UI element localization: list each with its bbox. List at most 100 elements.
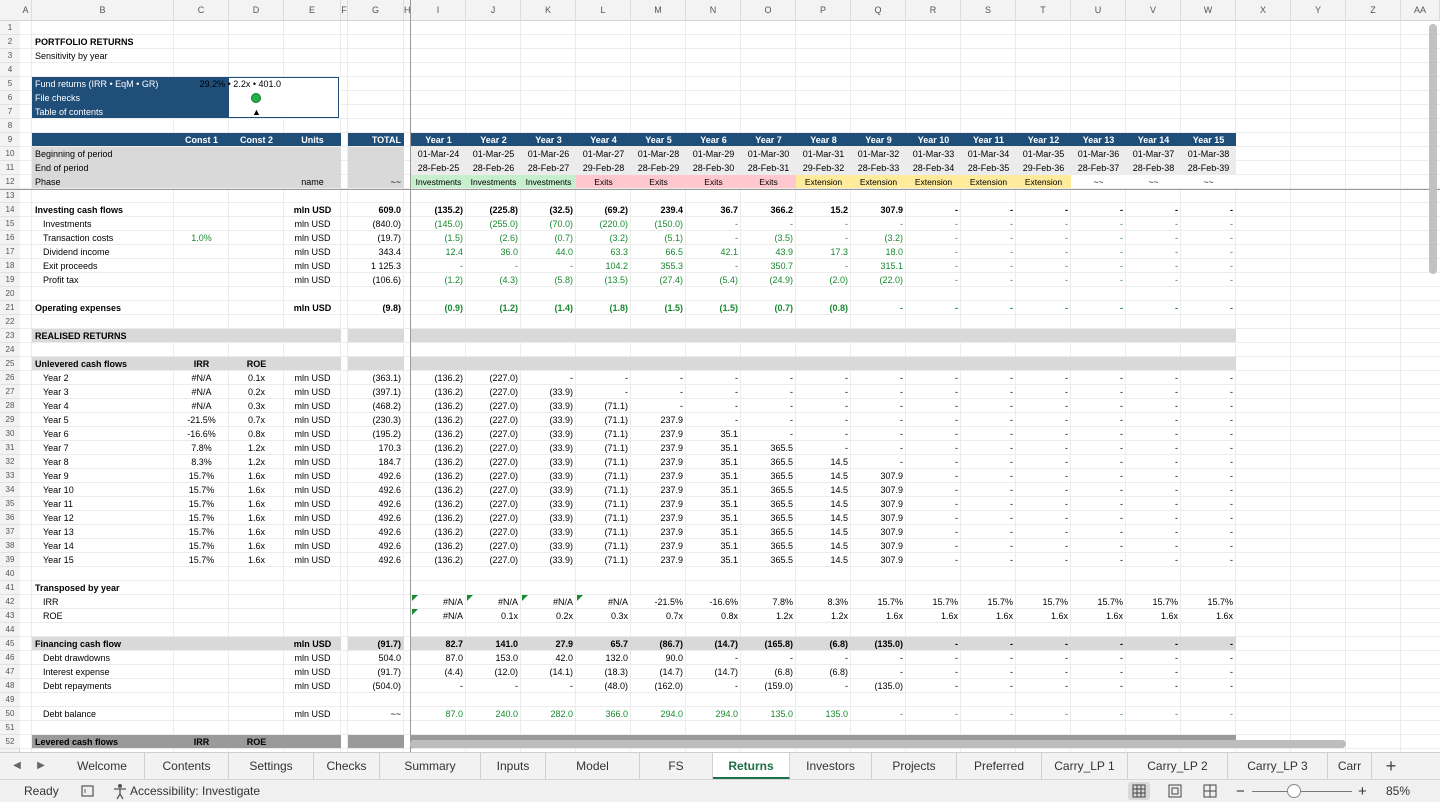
debt-balance-value[interactable]: -: [1016, 707, 1071, 721]
debt-balance-value[interactable]: 240.0: [466, 707, 521, 721]
unlevered-row-value[interactable]: 14.5: [796, 511, 851, 525]
unlevered-row-value[interactable]: 14.5: [796, 525, 851, 539]
investing-item-value[interactable]: (5.1): [631, 231, 686, 245]
row-header-47[interactable]: 47: [0, 665, 20, 679]
end-of-period-label[interactable]: End of period: [32, 161, 229, 175]
unlevered-row-irr[interactable]: 15.7%: [174, 525, 229, 539]
period-phase[interactable]: ~~: [1071, 175, 1126, 189]
period-phase[interactable]: Investments: [411, 175, 466, 189]
transposed-irr-value[interactable]: #N/A: [521, 595, 576, 609]
operating-expenses-value[interactable]: -: [1181, 301, 1236, 315]
sheet-tab-welcome[interactable]: Welcome: [60, 753, 145, 779]
unlevered-row-value[interactable]: -: [521, 371, 576, 385]
investing-item-value[interactable]: -: [1016, 217, 1071, 231]
investing-item-value[interactable]: -: [1181, 231, 1236, 245]
unlevered-row-value[interactable]: (136.2): [411, 511, 466, 525]
unlevered-row-value[interactable]: (227.0): [466, 553, 521, 567]
unlevered-row-value[interactable]: (136.2): [411, 413, 466, 427]
row-header-32[interactable]: 32: [0, 455, 20, 469]
unlevered-row-value[interactable]: -: [741, 371, 796, 385]
financing-item-value[interactable]: -: [686, 651, 741, 665]
operating-expenses-value[interactable]: -: [1071, 301, 1126, 315]
unlevered-row-value[interactable]: 35.1: [686, 455, 741, 469]
investing-item-value[interactable]: 17.3: [796, 245, 851, 259]
unlevered-row-units[interactable]: mln USD: [284, 525, 341, 539]
investing-cash-flows-total[interactable]: 609.0: [348, 203, 404, 217]
row-header-1[interactable]: 1: [0, 21, 20, 35]
investing-item-value[interactable]: (2.6): [466, 231, 521, 245]
transposed-irr-value[interactable]: -16.6%: [686, 595, 741, 609]
unlevered-row-value[interactable]: 307.9: [851, 469, 906, 483]
row-header-11[interactable]: 11: [0, 161, 20, 175]
unlevered-row-total[interactable]: (195.2): [348, 427, 404, 441]
tab-next-icon[interactable]: ▶: [32, 758, 50, 774]
column-header-l[interactable]: L: [576, 0, 631, 21]
financing-cash-flow-value[interactable]: (86.7): [631, 637, 686, 651]
unlevered-row-total[interactable]: 492.6: [348, 469, 404, 483]
table-of-contents-link-icon[interactable]: ▲: [229, 105, 284, 119]
operating-expenses-value[interactable]: (1.2): [466, 301, 521, 315]
investing-item-value[interactable]: -: [1181, 245, 1236, 259]
unlevered-row-value[interactable]: (33.9): [521, 483, 576, 497]
transposed-roe-value[interactable]: #N/A: [411, 609, 466, 623]
row-header-39[interactable]: 39: [0, 553, 20, 567]
column-header-v[interactable]: V: [1126, 0, 1181, 21]
investing-item-value[interactable]: (4.3): [466, 273, 521, 287]
unlevered-row-value[interactable]: (71.1): [576, 413, 631, 427]
financing-item-value[interactable]: -: [1016, 651, 1071, 665]
period-begin-date[interactable]: 01-Mar-29: [686, 147, 741, 161]
operating-expenses-value[interactable]: (0.7): [741, 301, 796, 315]
operating-expenses-value[interactable]: (1.5): [631, 301, 686, 315]
investing-cash-flows-value[interactable]: -: [1071, 203, 1126, 217]
unlevered-row-value[interactable]: -: [1181, 469, 1236, 483]
zoom-slider-thumb[interactable]: [1287, 784, 1301, 798]
row-header-22[interactable]: 22: [0, 315, 20, 329]
debt-balance-value[interactable]: 366.0: [576, 707, 631, 721]
investing-item-value[interactable]: (220.0): [576, 217, 631, 231]
financing-item-value[interactable]: 90.0: [631, 651, 686, 665]
investing-item-total[interactable]: (19.7): [348, 231, 404, 245]
financing-item-value[interactable]: -: [1016, 665, 1071, 679]
column-header-d[interactable]: D: [229, 0, 284, 21]
investing-cash-flows-value[interactable]: 239.4: [631, 203, 686, 217]
debt-balance-value[interactable]: 282.0: [521, 707, 576, 721]
transposed-roe-value[interactable]: 1.6x: [851, 609, 906, 623]
debt-balance-value[interactable]: -: [851, 707, 906, 721]
unlevered-row-value[interactable]: -: [1071, 385, 1126, 399]
unlevered-row-value[interactable]: 237.9: [631, 525, 686, 539]
transposed-roe-value[interactable]: 1.6x: [1126, 609, 1181, 623]
levered-irr-header[interactable]: IRR: [174, 735, 229, 749]
unlevered-row-value[interactable]: -: [961, 483, 1016, 497]
transposed-irr-value[interactable]: #N/A: [466, 595, 521, 609]
unlevered-row-value[interactable]: -: [1016, 371, 1071, 385]
transposed-roe-value[interactable]: 0.2x: [521, 609, 576, 623]
period-end-date[interactable]: 29-Feb-28: [576, 161, 631, 175]
unlevered-row-irr[interactable]: 15.7%: [174, 483, 229, 497]
unlevered-roe-header[interactable]: ROE: [229, 357, 284, 371]
period-phase[interactable]: Investments: [466, 175, 521, 189]
financing-item-value[interactable]: -: [1181, 651, 1236, 665]
transposed-irr-value[interactable]: -21.5%: [631, 595, 686, 609]
unlevered-row-value[interactable]: (227.0): [466, 413, 521, 427]
unlevered-row-value[interactable]: (33.9): [521, 553, 576, 567]
column-header-u[interactable]: U: [1071, 0, 1126, 21]
unlevered-row-roe[interactable]: 1.6x: [229, 553, 284, 567]
period-begin-date[interactable]: 01-Mar-24: [411, 147, 466, 161]
unlevered-row-value[interactable]: (227.0): [466, 371, 521, 385]
unlevered-row-roe[interactable]: 0.2x: [229, 385, 284, 399]
unlevered-row-irr[interactable]: #N/A: [174, 385, 229, 399]
unlevered-row-irr[interactable]: 15.7%: [174, 511, 229, 525]
investing-item-value[interactable]: -: [796, 259, 851, 273]
unlevered-row-value[interactable]: 35.1: [686, 511, 741, 525]
unlevered-row-irr[interactable]: 15.7%: [174, 469, 229, 483]
unlevered-row-value[interactable]: (33.9): [521, 455, 576, 469]
row-header-7[interactable]: 7: [0, 105, 20, 119]
period-phase[interactable]: Exits: [741, 175, 796, 189]
unlevered-row-value[interactable]: (33.9): [521, 525, 576, 539]
transposed-irr-value[interactable]: 15.7%: [961, 595, 1016, 609]
unlevered-row-units[interactable]: mln USD: [284, 469, 341, 483]
investing-item-value[interactable]: -: [466, 259, 521, 273]
unlevered-row-value[interactable]: -: [906, 371, 961, 385]
unlevered-row-value[interactable]: -: [961, 469, 1016, 483]
financing-item-value[interactable]: -: [1181, 665, 1236, 679]
